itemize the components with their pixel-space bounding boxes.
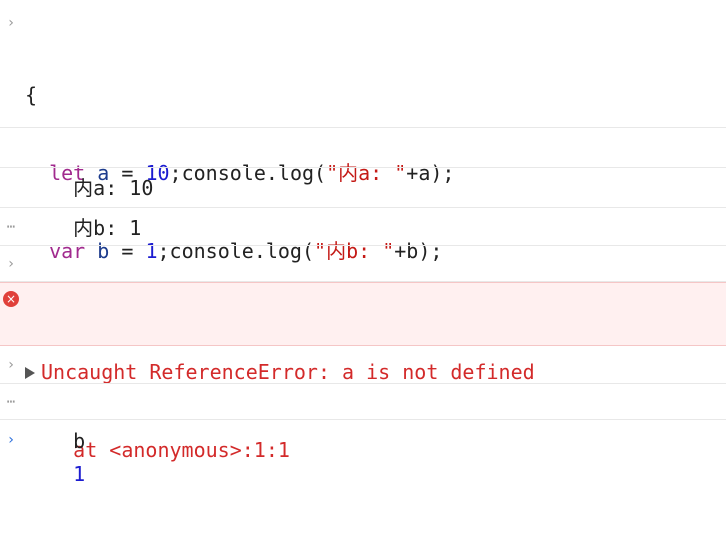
input-chevron-icon: › xyxy=(6,357,16,373)
result-marker-icon: ⋯ xyxy=(6,219,16,235)
console-result: ⋯ 1 xyxy=(0,384,726,486)
console-input-block[interactable]: › { let a = 10;console.log("内a: "+a); va… xyxy=(0,0,726,341)
console-prompt[interactable]: › xyxy=(0,420,726,460)
result-marker-icon: ⋯ xyxy=(6,394,16,410)
prompt-chevron-icon: › xyxy=(6,432,16,448)
open-brace: { xyxy=(25,83,38,107)
console-error-message[interactable]: × Uncaught ReferenceError: a is not defi… xyxy=(0,282,726,462)
error-icon: × xyxy=(3,291,19,307)
devtools-console: › { let a = 10;console.log("内a: "+a); va… xyxy=(0,0,726,486)
console-input[interactable]: › b xyxy=(0,346,726,453)
code-line-open: { xyxy=(25,80,726,110)
console-log-message: 内b: 1 xyxy=(0,168,726,240)
console-result: ⋯ undefined xyxy=(0,208,726,315)
input-chevron-icon: › xyxy=(6,15,16,31)
input-chevron-icon: › xyxy=(6,256,16,272)
console-log-message: 内a: 10 xyxy=(0,128,726,200)
console-input[interactable]: › a xyxy=(0,246,726,348)
